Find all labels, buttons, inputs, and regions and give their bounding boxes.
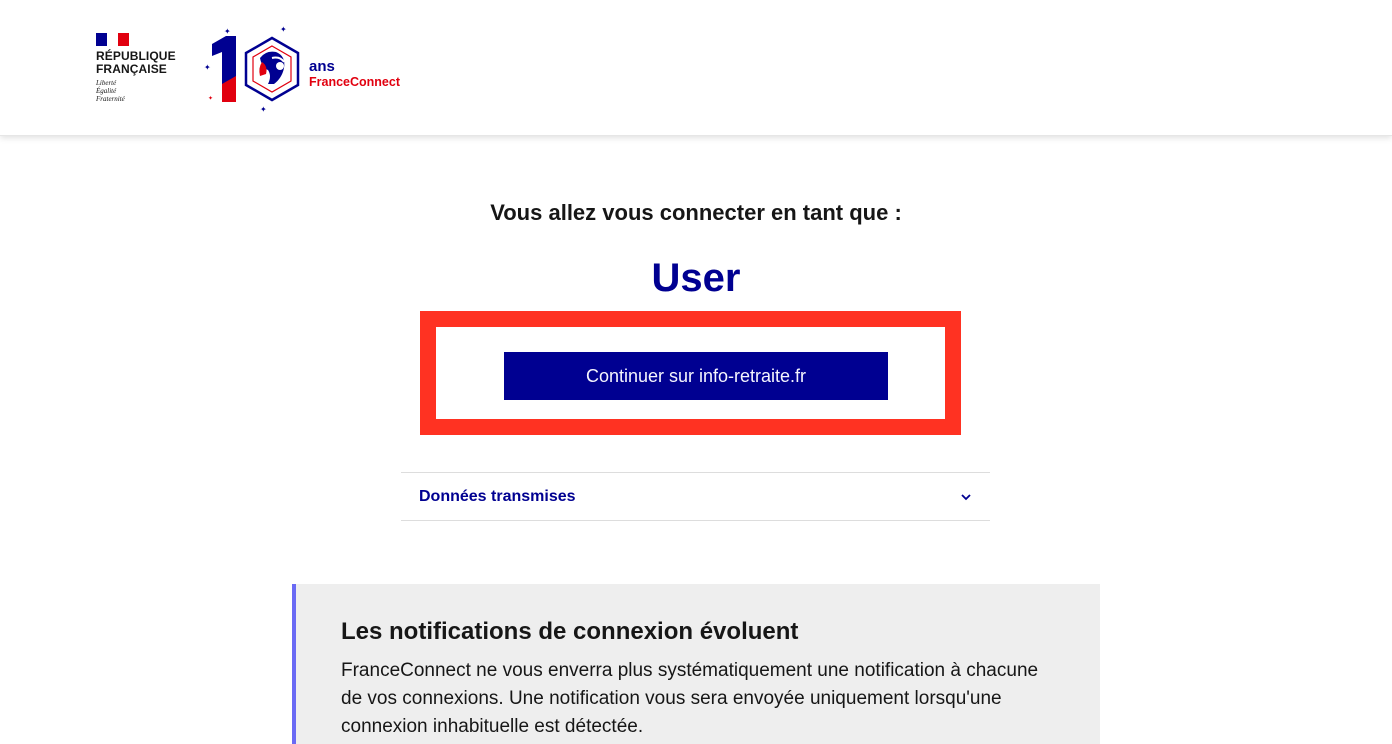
gov-motto: Liberté Égalité Fraternité [96, 79, 125, 103]
logo-franceconnect-text: FranceConnect [309, 75, 400, 89]
notification-notice: Les notifications de connexion évoluent … [292, 584, 1100, 744]
continue-button[interactable]: Continuer sur info-retraite.fr [504, 352, 888, 400]
login-intro: Vous allez vous connecter en tant que : [490, 200, 902, 225]
republique-francaise-logo[interactable]: RÉPUBLIQUE FRANÇAISE Liberté Égalité Fra… [96, 33, 186, 103]
svg-text:✦: ✦ [224, 27, 231, 36]
svg-text:✦: ✦ [208, 95, 213, 102]
gov-title: RÉPUBLIQUE FRANÇAISE [96, 49, 176, 76]
site-header: RÉPUBLIQUE FRANÇAISE Liberté Égalité Fra… [0, 0, 1392, 136]
notice-title: Les notifications de connexion évoluent [341, 618, 799, 645]
svg-text:✦: ✦ [260, 105, 267, 114]
chevron-down-icon [961, 493, 971, 500]
logo-ans-text: ans [309, 58, 335, 75]
marianne-flag-icon [96, 33, 129, 46]
data-transmitted-accordion[interactable]: Données transmises [401, 472, 990, 521]
username: User [651, 256, 741, 300]
notice-text: FranceConnect ne vous enverra plus systé… [341, 660, 1039, 737]
svg-text:✦: ✦ [204, 63, 211, 72]
accordion-label: Données transmises [419, 487, 576, 505]
svg-text:✦: ✦ [280, 25, 287, 34]
